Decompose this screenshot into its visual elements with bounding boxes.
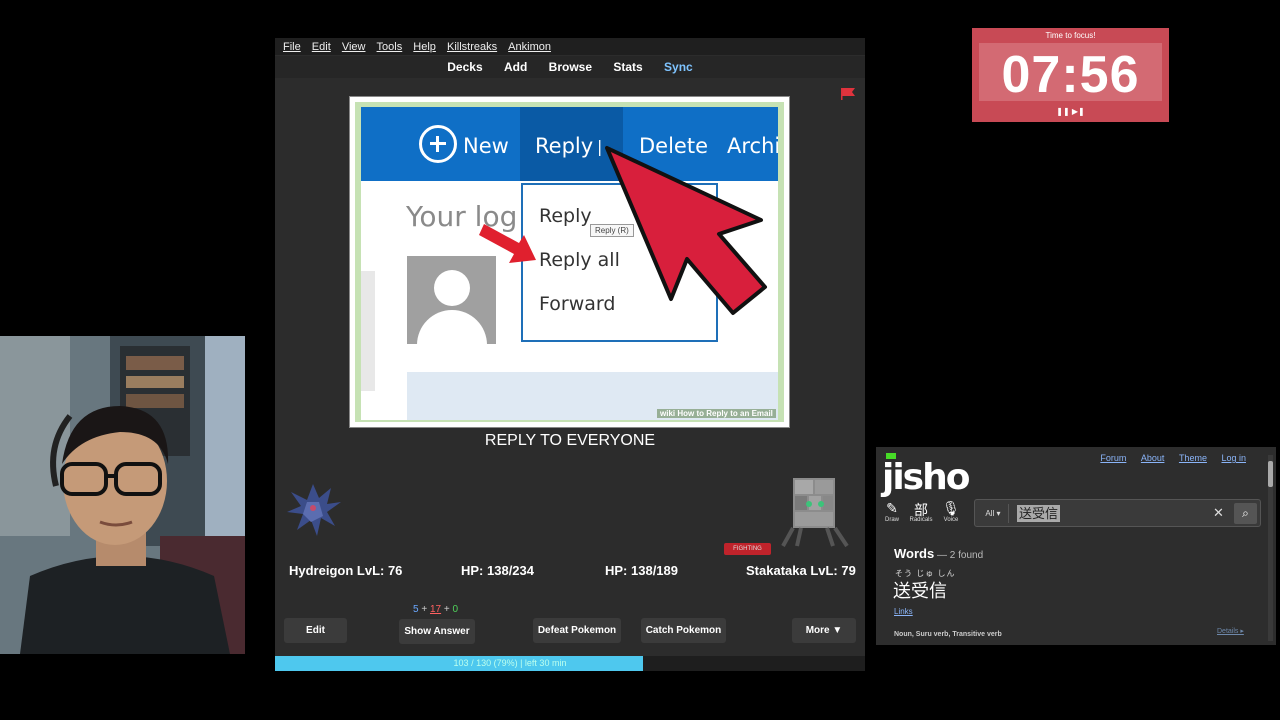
result-word: 送受信 [893, 581, 947, 602]
jisho-search: All ▾ 送受信 ✕ ⌕ [974, 499, 1261, 527]
menu-view[interactable]: View [334, 38, 366, 53]
toolbar-decks[interactable]: Decks [447, 60, 482, 74]
enemy-hp: HP: 138/189 [605, 563, 678, 578]
timer-controls[interactable]: ❚❚ ▶❚ [972, 107, 1169, 116]
focus-timer: Time to focus! 07:56 ❚❚ ▶❚ [972, 28, 1169, 122]
microphone-icon: 🎙 [942, 500, 960, 516]
words-heading: Words — 2 found [894, 546, 984, 561]
player-hp: HP: 138/234 [461, 563, 534, 578]
more-button[interactable]: More ▼ [792, 618, 856, 643]
card-answer: REPLY TO EVERYONE [484, 432, 656, 449]
top-toolbar: Decks Add Browse Stats Sync [275, 56, 865, 78]
result-part-of-speech: Noun, Suru verb, Transitive verb [894, 631, 1002, 638]
radical-icon: 部 [914, 502, 928, 518]
anki-window: File Edit View Tools Help Killstreaks An… [275, 38, 865, 671]
result-links[interactable]: Links [894, 607, 913, 616]
radicals-tool[interactable]: 部 Radicals [908, 500, 934, 523]
menu-ankimon[interactable]: Ankimon [500, 38, 551, 53]
type-badge: FIGHTING [724, 543, 771, 555]
draw-tool[interactable]: ✎ Draw [879, 500, 905, 523]
stakataka-sprite [781, 478, 849, 548]
due-counts: 5 + 17 + 0 [413, 604, 459, 615]
menu-bar: File Edit View Tools Help Killstreaks An… [275, 38, 865, 55]
player-name-level: Hydreigon LvL: 76 [289, 563, 403, 578]
menu-killstreaks[interactable]: Killstreaks [439, 38, 497, 53]
nav-forum[interactable]: Forum [1100, 453, 1126, 463]
pointer-arrows [479, 146, 767, 315]
show-answer-button[interactable]: Show Answer [399, 619, 475, 644]
defeat-pokemon-button[interactable]: Defeat Pokemon [533, 618, 621, 643]
menu-tools[interactable]: Tools [369, 38, 403, 53]
words-count: — 2 found [934, 550, 984, 561]
battle-stats: Hydreigon LvL: 76 HP: 138/234 HP: 138/18… [275, 563, 865, 579]
nav-about[interactable]: About [1141, 453, 1165, 463]
menu-edit[interactable]: Edit [304, 38, 331, 53]
jisho-nav: Forum About Theme Log in [1088, 453, 1246, 463]
search-input[interactable]: 送受信 [1017, 505, 1061, 522]
cursor-arrow-icon [605, 146, 767, 315]
nav-login[interactable]: Log in [1221, 453, 1246, 463]
small-arrow-icon [479, 224, 536, 263]
menu-file[interactable]: File [275, 38, 301, 53]
review-count: 0 [452, 604, 459, 615]
details-link[interactable]: Details ▸ [1217, 627, 1244, 635]
progress-bar: 103 / 130 (79%) | left 30 min [275, 656, 865, 671]
enemy-name-level: Stakataka LvL: 79 [746, 563, 856, 578]
flag-icon[interactable] [841, 88, 855, 100]
learn-count: 17 [429, 604, 442, 615]
webcam-feed [0, 336, 245, 654]
nav-theme[interactable]: Theme [1179, 453, 1207, 463]
jisho-panel: jisho Forum About Theme Log in ✎ Draw 部 … [876, 447, 1276, 645]
search-icon[interactable]: ⌕ [1234, 503, 1257, 524]
timer-label: Time to focus! [1045, 31, 1096, 40]
catch-pokemon-button[interactable]: Catch Pokemon [641, 618, 726, 643]
toolbar-add[interactable]: Add [504, 60, 527, 74]
edit-button[interactable]: Edit [284, 618, 347, 643]
voice-tool[interactable]: 🎙 Voice [938, 500, 964, 523]
webcam-image [0, 336, 245, 654]
pencil-icon: ✎ [886, 500, 898, 516]
search-filter-select[interactable]: All ▾ [978, 504, 1009, 523]
timer-value: 07:56 [1001, 46, 1140, 104]
clear-icon[interactable]: ✕ [1213, 505, 1224, 521]
card-image: New Reply |⌄ Delete Archiv Your log Repl… [349, 96, 790, 428]
email-screenshot: New Reply |⌄ Delete Archiv Your log Repl… [361, 107, 778, 420]
toolbar-browse[interactable]: Browse [549, 60, 592, 74]
scrollbar[interactable] [1268, 455, 1273, 641]
toolbar-sync[interactable]: Sync [664, 60, 693, 74]
jisho-logo[interactable]: jisho [882, 457, 970, 498]
hydreigon-sprite [287, 484, 341, 536]
toolbar-stats[interactable]: Stats [613, 60, 642, 74]
progress-text: 103 / 130 (79%) | left 30 min [453, 658, 567, 668]
menu-help[interactable]: Help [405, 38, 436, 53]
